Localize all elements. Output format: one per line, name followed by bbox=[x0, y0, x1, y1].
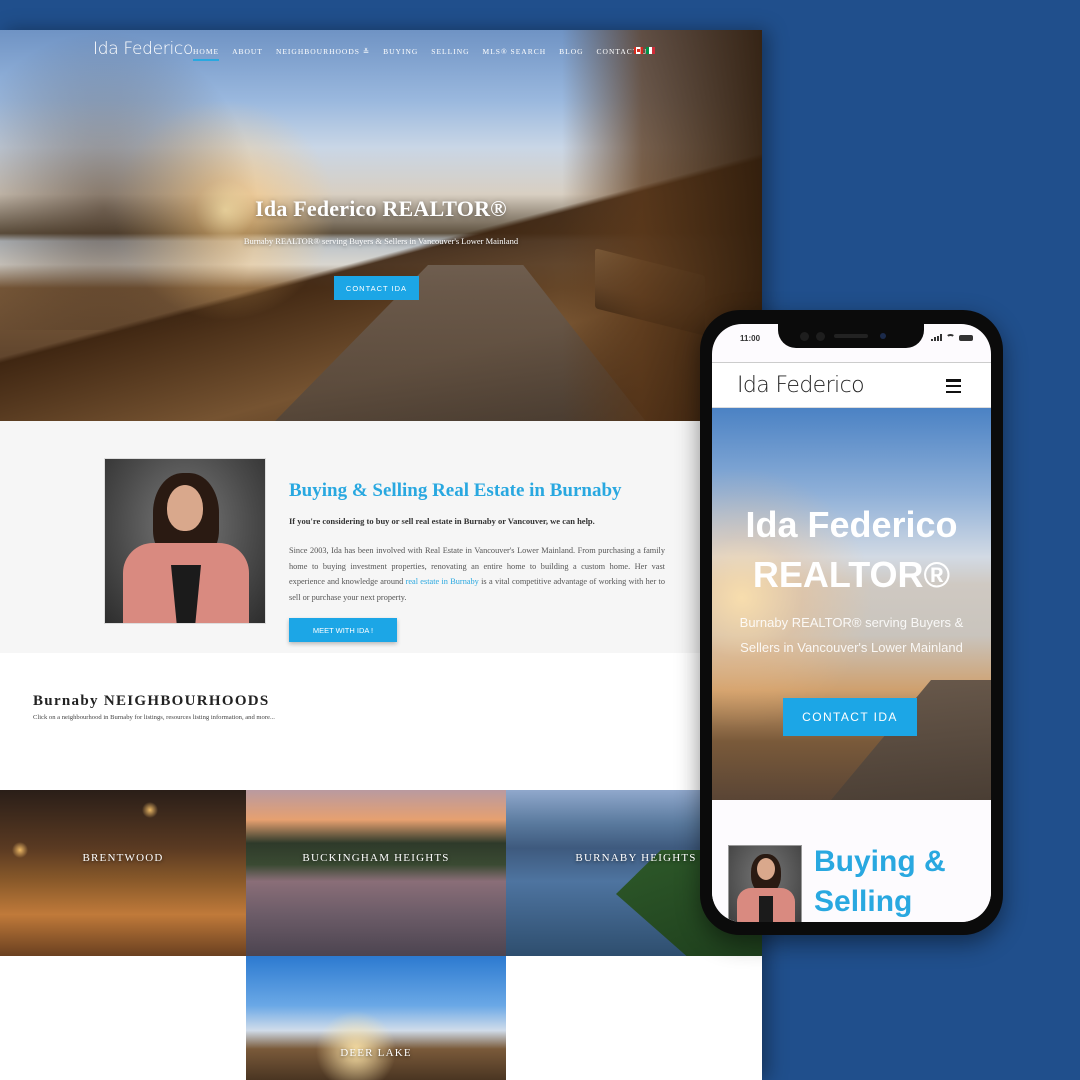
signal-icon bbox=[931, 334, 942, 341]
hero-title: Ida Federico REALTOR® bbox=[255, 196, 507, 221]
neighbourhood-tile-buckingham-heights[interactable]: BUCKINGHAM HEIGHTS bbox=[246, 790, 506, 956]
real-estate-burnaby-link[interactable]: real estate in Burnaby bbox=[406, 577, 479, 586]
neighbourhoods-title: Burnaby NEIGHBOURHOODS bbox=[33, 693, 270, 709]
site-logo[interactable]: Ida Federico bbox=[93, 39, 193, 59]
main-nav: Ida Federico Home About Neighbourhoods ≚… bbox=[0, 30, 762, 76]
tile-label: BURNABY HEIGHTS bbox=[575, 852, 697, 864]
contact-ida-button[interactable]: CONTACT IDA bbox=[334, 276, 419, 300]
neighbourhoods-subtitle: Click on a neighbourhood in Burnaby for … bbox=[33, 714, 275, 721]
canada-flag-icon[interactable] bbox=[634, 47, 643, 54]
hamburger-menu-icon[interactable] bbox=[946, 379, 961, 393]
nav-item-mls-search[interactable]: MLS® Search bbox=[483, 47, 547, 60]
about-section: Buying & Selling Real Estate in Burnaby … bbox=[0, 421, 762, 653]
hero-subtitle: Burnaby REALTOR® serving Buyers & Seller… bbox=[243, 236, 519, 246]
phone-hero-section: Ida Federico REALTOR® Burnaby REALTOR® s… bbox=[712, 408, 991, 800]
notch-sensor bbox=[816, 332, 825, 341]
about-title: Buying & Selling Real Estate in Burnaby bbox=[289, 480, 622, 501]
about-lead: If you're considering to buy or sell rea… bbox=[289, 516, 595, 526]
about-body: Since 2003, Ida has been involved with R… bbox=[289, 543, 665, 605]
agent-portrait bbox=[104, 458, 266, 624]
notch-camera bbox=[880, 333, 886, 339]
nav-item-blog[interactable]: Blog bbox=[559, 47, 583, 60]
phone-site-logo[interactable]: Ida Federico bbox=[737, 373, 865, 398]
portrait-face bbox=[757, 858, 775, 880]
nav-item-selling[interactable]: Selling bbox=[431, 47, 469, 60]
notch-speaker bbox=[834, 334, 868, 338]
phone-mockup: 11:00 Ida Federico Ida Federico REALTOR®… bbox=[700, 310, 1003, 935]
status-time: 11:00 bbox=[740, 334, 761, 343]
tile-label: BRENTWOOD bbox=[82, 852, 164, 864]
phone-about-title: Buying & Selling bbox=[814, 845, 946, 918]
phone-agent-portrait bbox=[728, 845, 802, 922]
nav-item-home[interactable]: Home bbox=[193, 47, 220, 61]
phone-hero-title: Ida Federico REALTOR® bbox=[745, 504, 958, 595]
notch-sensor bbox=[800, 332, 809, 341]
nav-item-about[interactable]: About bbox=[232, 47, 263, 60]
italy-flag-icon[interactable] bbox=[646, 47, 655, 54]
phone-about-section: Buying & Selling bbox=[712, 800, 991, 922]
battery-icon bbox=[959, 334, 973, 341]
portrait-top bbox=[759, 896, 773, 922]
language-flags bbox=[634, 47, 655, 54]
nav-items: Home About Neighbourhoods ≚ Buying Selli… bbox=[193, 47, 653, 61]
phone-hero-subtitle: Burnaby REALTOR® serving Buyers & Seller… bbox=[739, 615, 964, 655]
meet-with-ida-button[interactable]: MEET WITH IDA ! bbox=[289, 618, 397, 642]
neighbourhood-tile-brentwood[interactable]: BRENTWOOD bbox=[0, 790, 246, 956]
phone-header: Ida Federico bbox=[712, 362, 991, 408]
status-icons bbox=[931, 334, 973, 341]
neighbourhood-tile-deer-lake[interactable]: DEER LAKE bbox=[246, 956, 506, 1080]
tile-label: DEER LAKE bbox=[340, 1047, 412, 1059]
wifi-icon bbox=[946, 334, 955, 341]
hero-section: Ida Federico Home About Neighbourhoods ≚… bbox=[0, 30, 762, 421]
portrait-face bbox=[167, 485, 203, 531]
phone-screen: 11:00 Ida Federico Ida Federico REALTOR®… bbox=[712, 324, 991, 922]
nav-item-neighbourhoods[interactable]: Neighbourhoods ≚ bbox=[276, 47, 370, 60]
tile-label: BUCKINGHAM HEIGHTS bbox=[302, 852, 450, 864]
phone-notch bbox=[778, 324, 924, 348]
nav-item-buying[interactable]: Buying bbox=[383, 47, 418, 60]
desktop-mockup: Ida Federico Home About Neighbourhoods ≚… bbox=[0, 30, 762, 1080]
phone-contact-ida-button[interactable]: CONTACT IDA bbox=[783, 698, 917, 736]
neighbourhoods-header: Burnaby NEIGHBOURHOODS Click on a neighb… bbox=[33, 693, 275, 721]
